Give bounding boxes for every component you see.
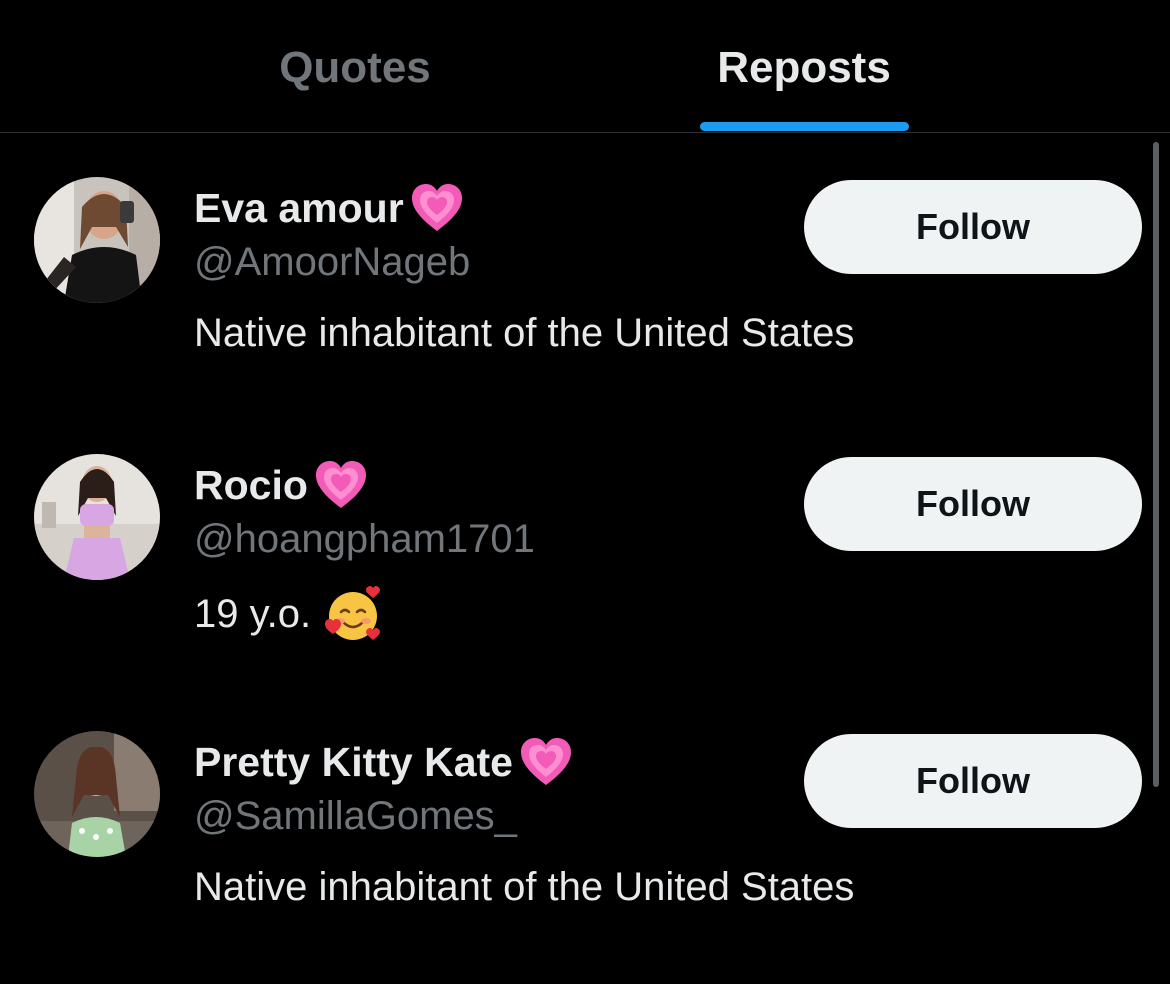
avatar[interactable]	[34, 177, 160, 303]
user-row[interactable]: Pretty Kitty Kate @SamillaGomes_ Native …	[0, 731, 1150, 981]
user-row[interactable]: Eva amour @AmoorNageb Native inhabitant …	[0, 177, 1150, 427]
user-bio-text: Native inhabitant of the United States	[194, 311, 855, 355]
user-name-text: Rocio	[194, 462, 308, 508]
user-row[interactable]: Rocio @hoangpham1701 19 y.o. Follow	[0, 454, 1150, 704]
user-bio-text: Native inhabitant of the United States	[194, 865, 855, 909]
tab-bar: Quotes Reposts	[0, 0, 1170, 133]
scrollbar[interactable]	[1153, 142, 1159, 787]
user-bio: Native inhabitant of the United States	[194, 307, 854, 359]
tab-quotes[interactable]: Quotes	[255, 40, 455, 100]
growing-heart-emoji	[408, 179, 466, 237]
user-handle[interactable]: @AmoorNageb	[194, 237, 470, 287]
user-display-name[interactable]: Pretty Kitty Kate	[194, 733, 575, 791]
smiling-face-with-hearts-emoji	[323, 584, 383, 644]
user-bio: Native inhabitant of the United States	[194, 861, 854, 913]
user-name-text: Pretty Kitty Kate	[194, 739, 513, 785]
tab-reposts[interactable]: Reposts	[690, 40, 918, 100]
user-display-name[interactable]: Eva amour	[194, 179, 466, 237]
avatar[interactable]	[34, 731, 160, 857]
follow-button[interactable]: Follow	[804, 734, 1142, 828]
follow-button[interactable]: Follow	[804, 180, 1142, 274]
active-tab-indicator	[700, 122, 909, 131]
follow-button[interactable]: Follow	[804, 457, 1142, 551]
user-display-name[interactable]: Rocio	[194, 456, 370, 514]
growing-heart-emoji	[517, 733, 575, 791]
user-bio: 19 y.o.	[194, 584, 383, 644]
user-handle[interactable]: @SamillaGomes_	[194, 791, 517, 841]
avatar[interactable]	[34, 454, 160, 580]
user-name-text: Eva amour	[194, 185, 404, 231]
growing-heart-emoji	[312, 456, 370, 514]
user-bio-text: 19 y.o.	[194, 592, 312, 636]
user-handle[interactable]: @hoangpham1701	[194, 514, 535, 564]
